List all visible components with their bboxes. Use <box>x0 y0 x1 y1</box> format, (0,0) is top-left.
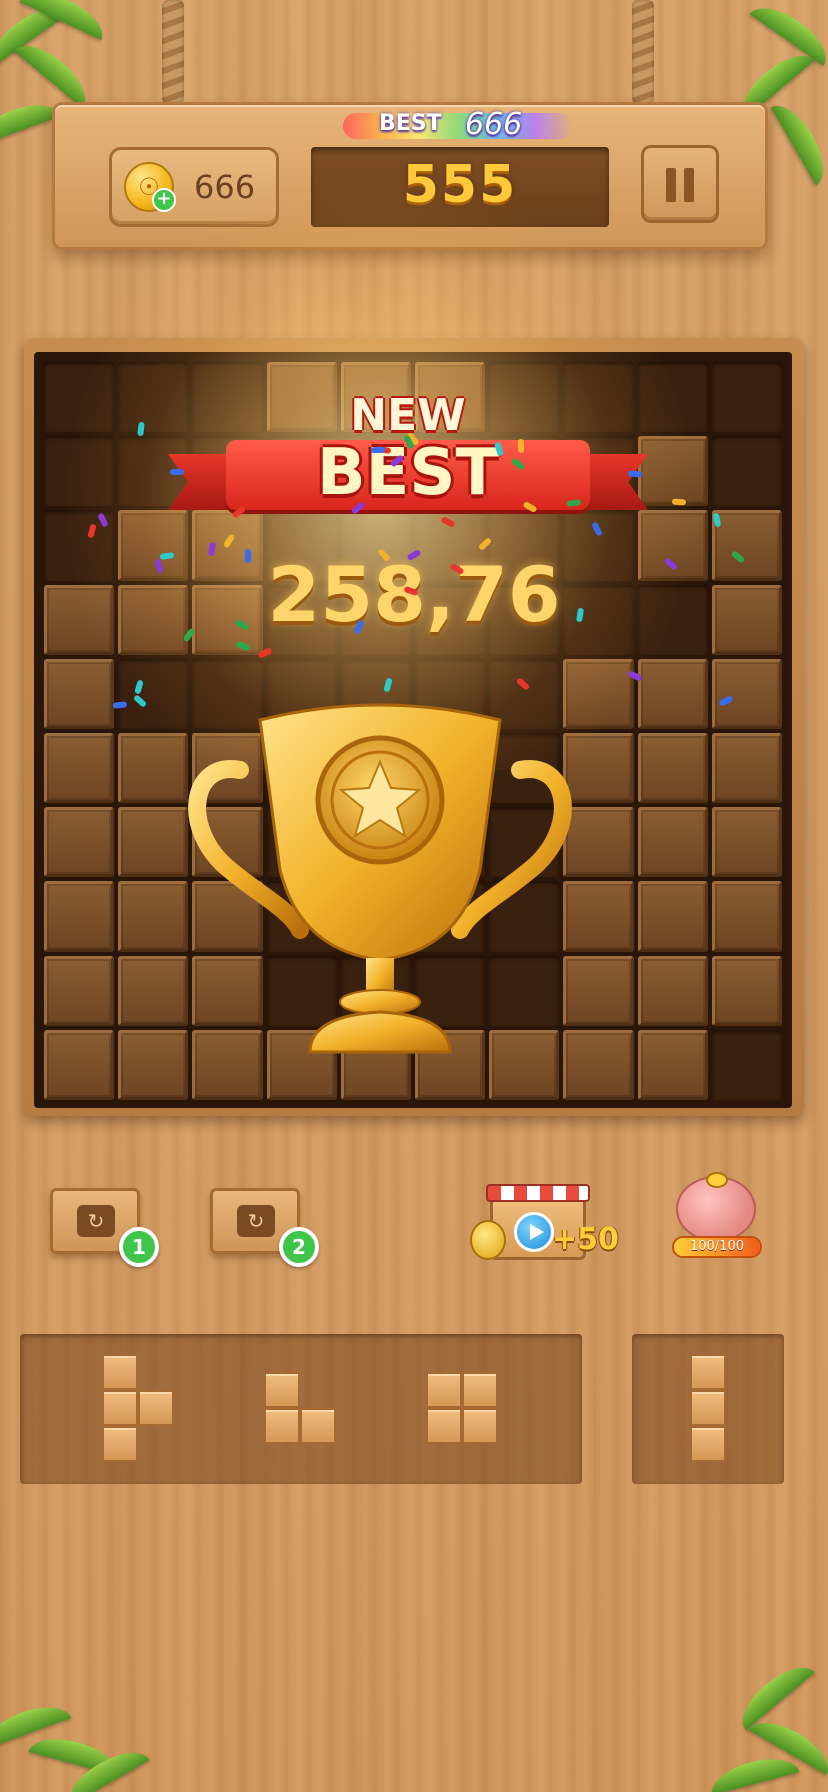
shop-reward: +50 <box>552 1222 619 1257</box>
piggy-bank-button[interactable]: 100/100 <box>672 1172 762 1262</box>
piggy-progress-label: 100/100 <box>689 1239 744 1254</box>
powerup-count-badge: 1 <box>119 1227 159 1267</box>
banner-new-text: NEW <box>350 390 466 441</box>
video-shop-button[interactable]: +50 <box>470 1180 630 1264</box>
piece-square[interactable] <box>426 1372 502 1448</box>
trophy-icon <box>188 703 572 1054</box>
piece-tray-main <box>20 1334 582 1484</box>
top-panel: ☉ + 666 555 BEST 666 <box>52 102 768 250</box>
pig-coin-icon <box>706 1172 728 1188</box>
rainbow-decoration <box>343 113 573 139</box>
rotate-powerup-1[interactable]: ↻ 1 <box>50 1188 159 1267</box>
celebration-score: 258,76 <box>267 550 561 639</box>
best-label: BEST <box>379 111 442 136</box>
play-video-icon <box>514 1212 554 1252</box>
best-value: 666 <box>465 107 523 142</box>
powerup-count-badge: 2 <box>279 1227 319 1267</box>
coin-stack-icon <box>470 1220 506 1260</box>
current-score: 555 <box>402 155 518 215</box>
shop-awning <box>486 1184 590 1202</box>
score-display: 555 <box>311 147 609 227</box>
piece-tray-side <box>632 1334 784 1484</box>
piggy-progress-bar: 100/100 <box>672 1236 762 1258</box>
piece-vertical-line[interactable] <box>690 1354 726 1466</box>
rotate-icon: ↻ <box>77 1205 115 1237</box>
new-best-banner: NEW BEST <box>168 390 648 540</box>
coin-count: 666 <box>194 168 256 206</box>
best-score-tag: BEST 666 <box>343 107 573 147</box>
right-rope <box>632 0 654 104</box>
left-rope <box>162 0 184 104</box>
rotate-powerup-2[interactable]: ↻ 2 <box>210 1188 319 1267</box>
bamboo-leaves-bottom-right <box>706 1632 828 1792</box>
piece-t-shape[interactable] <box>102 1354 178 1466</box>
coin-counter[interactable]: ☉ + 666 <box>109 147 279 227</box>
celebration-overlay: NEW BEST 258,76 <box>0 350 828 1054</box>
pause-button[interactable] <box>641 145 719 223</box>
bamboo-leaves-bottom-left <box>0 1632 150 1792</box>
add-coins-icon[interactable]: + <box>152 188 176 212</box>
pause-icon <box>684 168 694 202</box>
rotate-icon: ↻ <box>237 1205 275 1237</box>
piece-l-shape[interactable] <box>264 1372 340 1448</box>
banner-best-text: BEST <box>316 436 500 510</box>
pause-icon <box>666 168 676 202</box>
